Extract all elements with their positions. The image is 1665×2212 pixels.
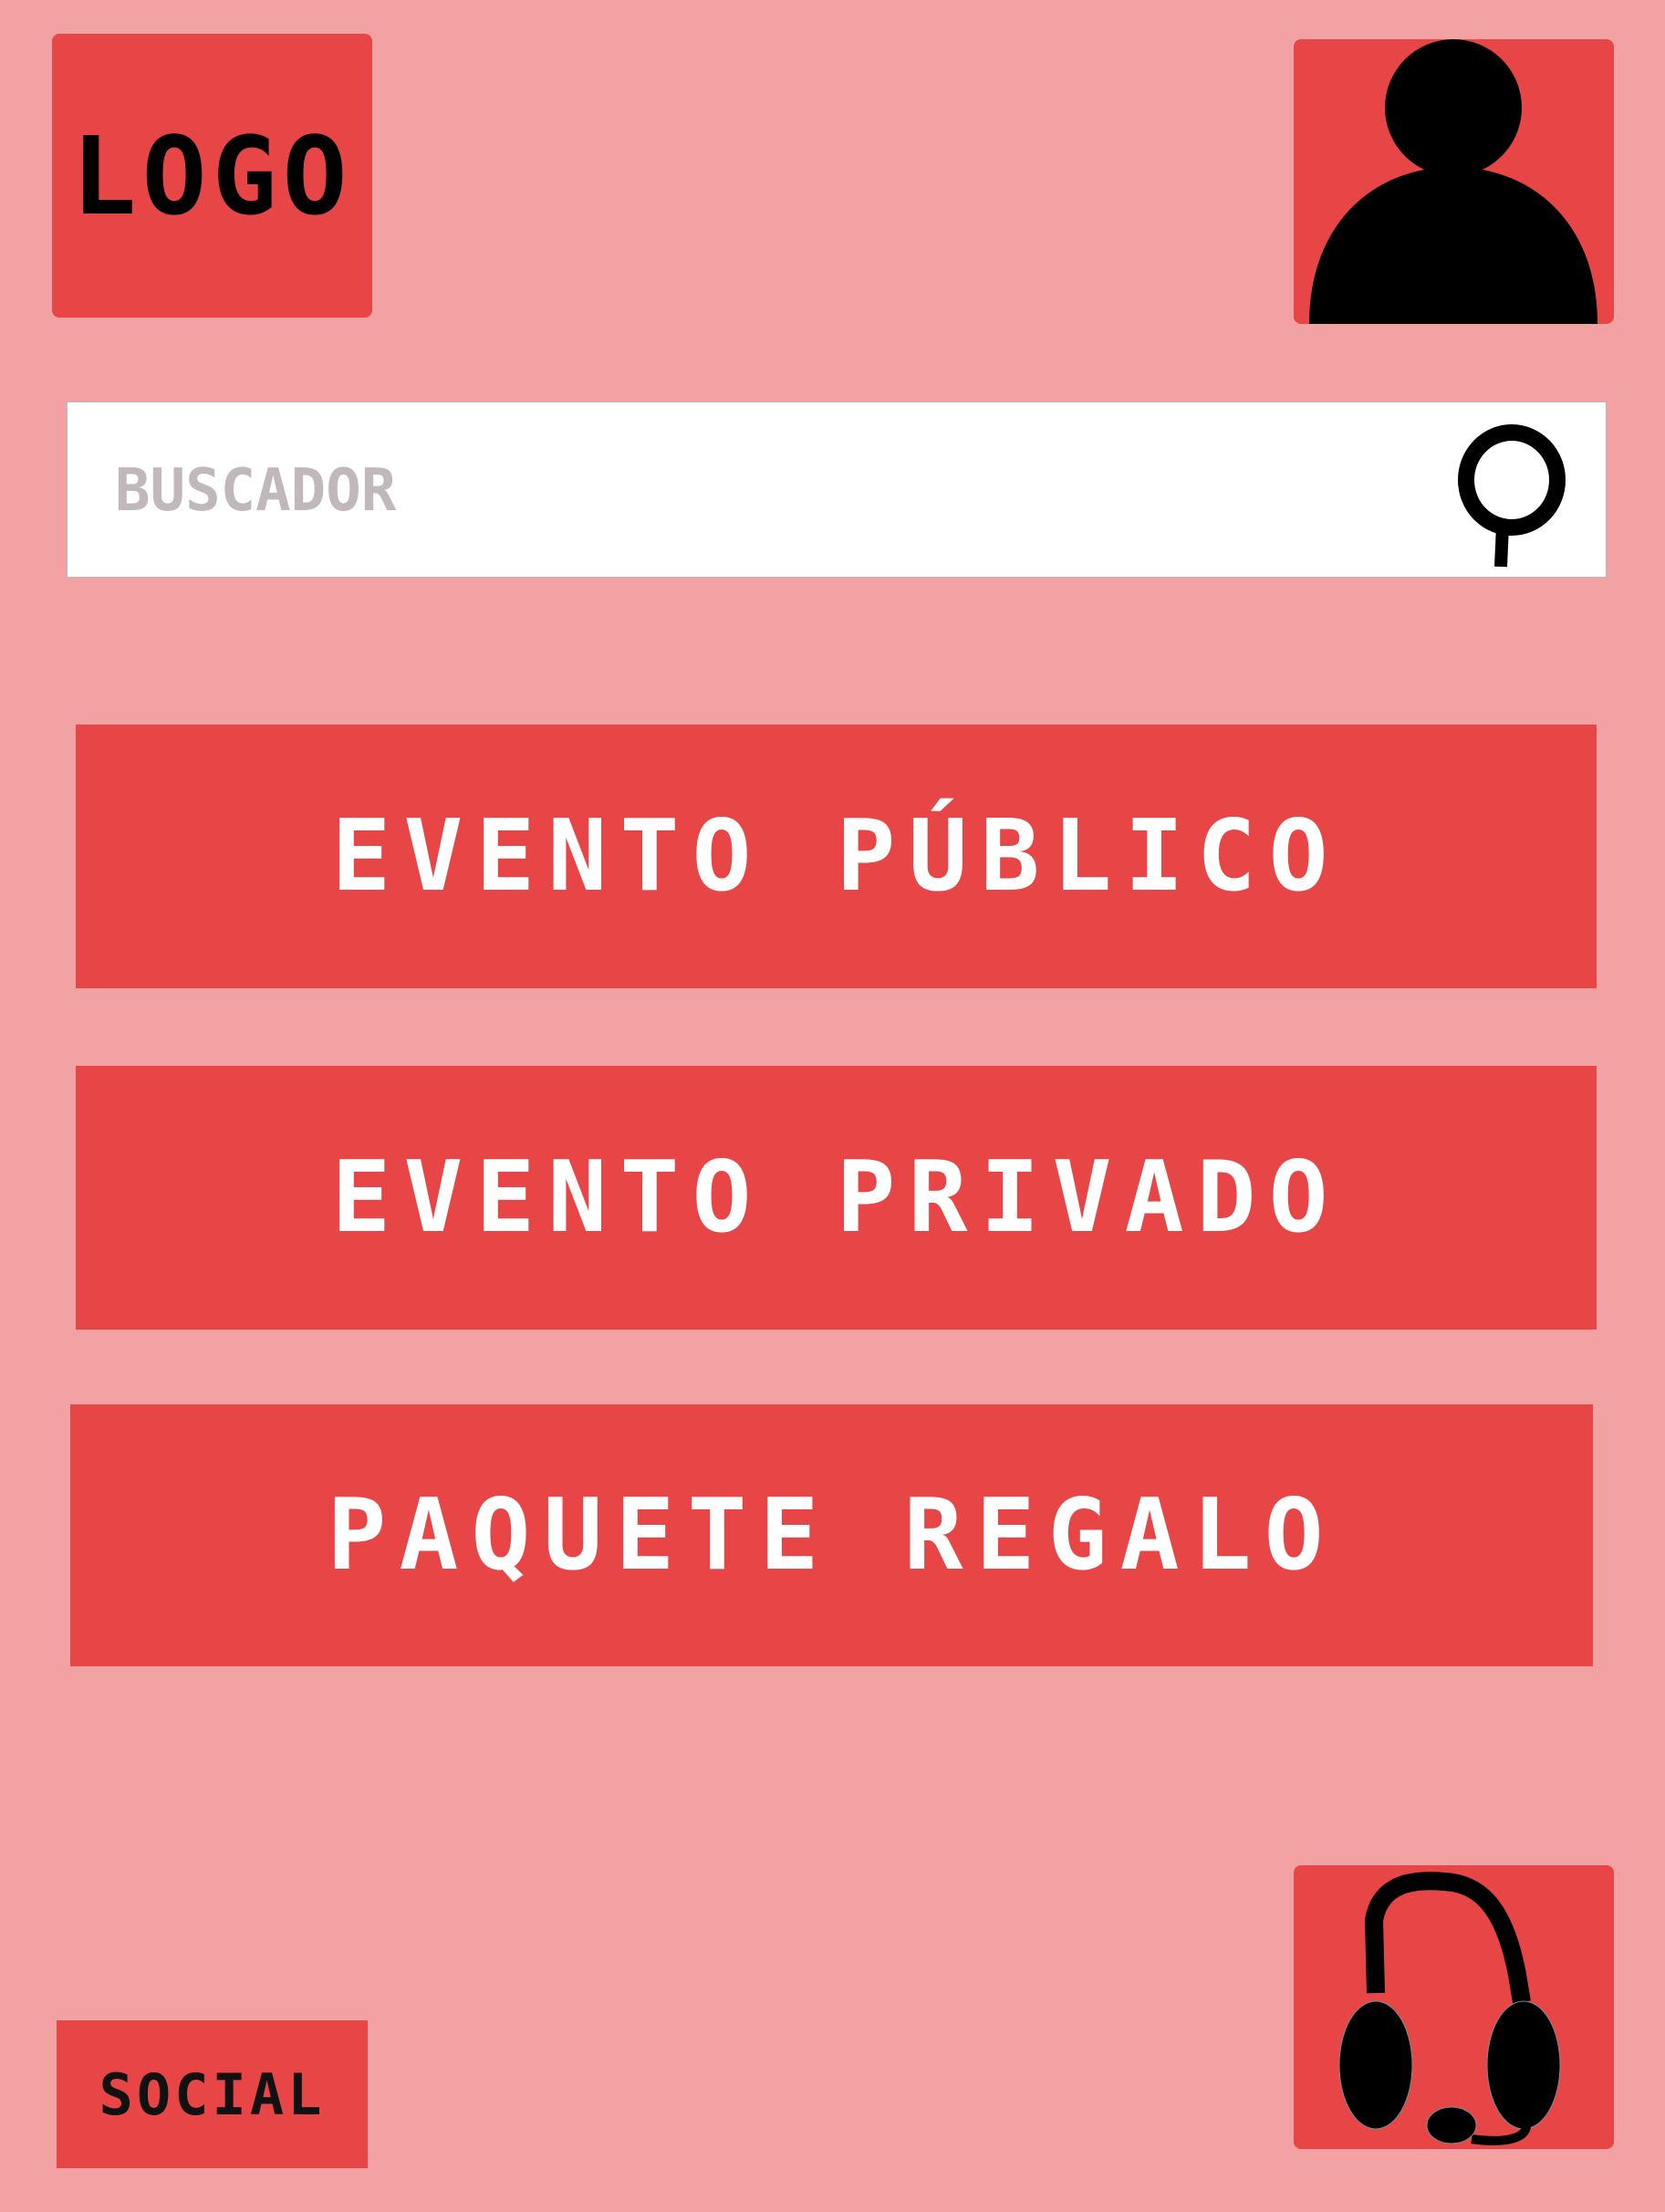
search-icon xyxy=(1458,424,1566,568)
search-input[interactable] xyxy=(113,402,1440,579)
user-icon xyxy=(1309,39,1597,324)
search-bar xyxy=(67,402,1607,579)
private-event-label: EVENTO PRIVADO xyxy=(331,1141,1341,1255)
support-button[interactable] xyxy=(1294,1865,1614,2149)
logo[interactable]: LOGO xyxy=(52,34,372,318)
user-profile-button[interactable] xyxy=(1294,39,1614,324)
logo-text: LOGO xyxy=(71,112,353,239)
public-event-button[interactable]: EVENTO PÚBLICO xyxy=(76,725,1597,988)
gift-package-label: PAQUETE REGALO xyxy=(327,1478,1337,1592)
search-button[interactable] xyxy=(1455,421,1583,571)
social-label: SOCIAL xyxy=(99,2061,326,2128)
headset-icon xyxy=(1338,1872,1561,2145)
private-event-button[interactable]: EVENTO PRIVADO xyxy=(76,1066,1597,1330)
social-button[interactable]: SOCIAL xyxy=(57,2020,368,2168)
public-event-label: EVENTO PÚBLICO xyxy=(331,799,1341,913)
gift-package-button[interactable]: PAQUETE REGALO xyxy=(70,1404,1593,1666)
